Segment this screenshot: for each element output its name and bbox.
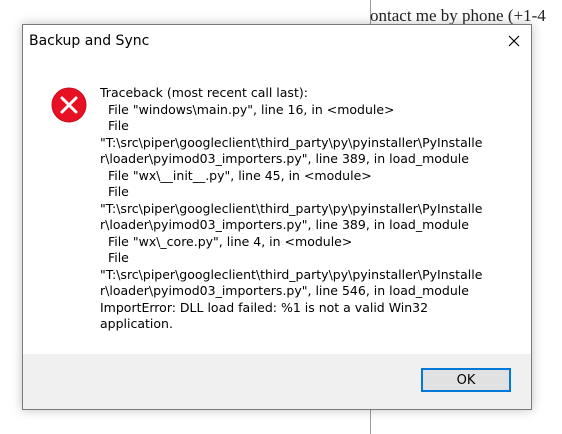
error-icon [51,87,87,123]
error-dialog: Backup and Sync Traceback (most recent c… [22,24,532,410]
ok-button[interactable]: OK [421,368,511,392]
background-document-text: ontact me by phone (+1-4 [370,6,546,25]
dialog-content: Traceback (most recent call last): File … [23,57,531,355]
close-button[interactable] [497,25,531,57]
close-icon [508,35,520,47]
dialog-title: Backup and Sync [29,33,150,49]
dialog-footer: OK [23,354,531,409]
error-message: Traceback (most recent call last): File … [100,85,483,331]
dialog-titlebar[interactable]: Backup and Sync [23,25,531,57]
